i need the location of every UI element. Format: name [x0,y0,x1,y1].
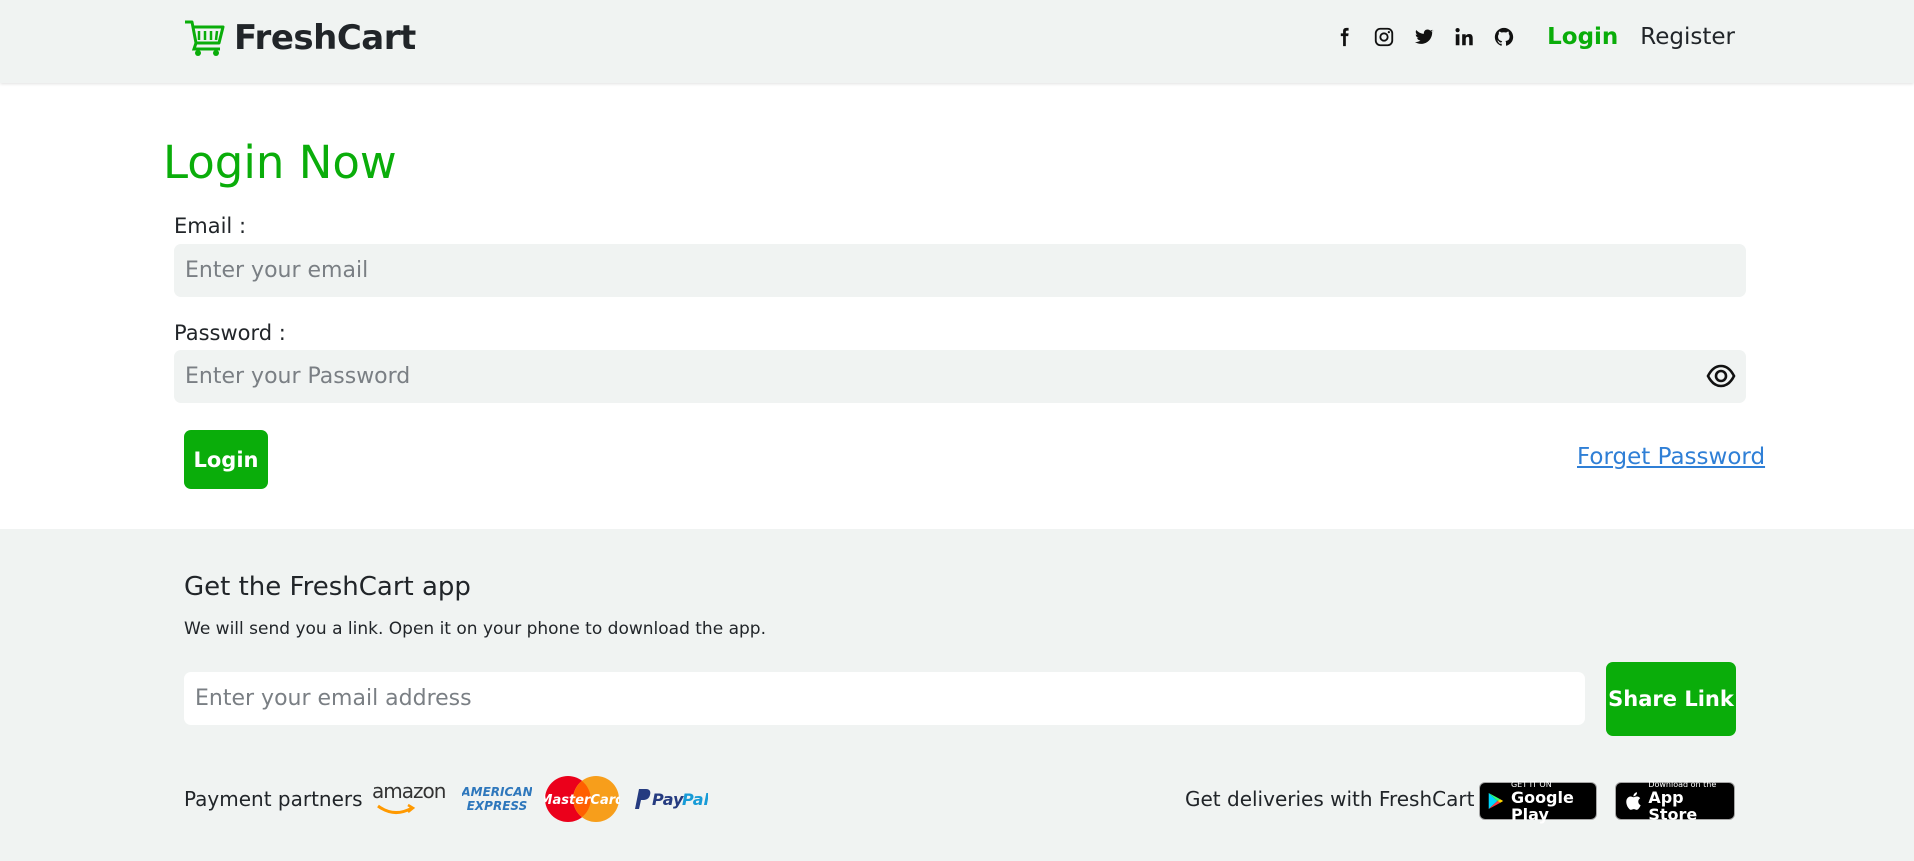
share-email-input[interactable] [184,672,1585,725]
nav-login-link[interactable]: Login [1547,24,1618,50]
linkedin-icon[interactable] [1453,26,1475,48]
nav-register-link[interactable]: Register [1640,24,1735,50]
facebook-icon[interactable] [1333,26,1355,48]
mastercard-text: MasterCard [544,793,620,808]
mastercard-logo: MasterCard [544,776,620,822]
email-label: Email : [174,214,247,238]
apple-icon [1626,792,1641,810]
email-field[interactable] [174,244,1746,297]
svg-text:Pal: Pal [682,790,708,809]
svg-text:AMERICAN: AMERICAN [462,785,532,799]
amazon-pay-logo: amazon pay [372,779,450,814]
app-store-text: Download on the App Store [1648,780,1726,823]
paypal-logo: Pay Pal [635,789,708,809]
share-link-button[interactable]: Share Link [1606,662,1736,736]
payment-partners-label: Payment partners [184,787,363,811]
brand-logo[interactable]: FreshCart [184,18,416,58]
amazon-pay-text: amazon pay [372,779,450,803]
eye-icon[interactable] [1706,363,1736,389]
nav-right: Login Register [1333,24,1735,50]
app-promo-subtitle: We will send you a link. Open it on your… [184,619,766,639]
instagram-icon[interactable] [1373,26,1395,48]
google-play-badge[interactable]: GET IT ON Google Play [1479,780,1597,823]
deliveries-label: Get deliveries with FreshCart [1185,787,1475,811]
password-label: Password : [174,321,286,345]
github-icon[interactable] [1493,26,1515,48]
payment-logos: amazon pay AMERICAN EXPRESS MasterCard P… [372,774,708,824]
navbar: FreshCart Login Register [0,0,1914,83]
forget-password-link[interactable]: Forget Password [1577,444,1765,470]
brand-name: FreshCart [234,18,416,58]
american-express-logo: AMERICAN EXPRESS [462,785,532,813]
svg-text:Pay: Pay [652,790,684,809]
google-play-big: Google Play [1510,787,1574,824]
password-field[interactable] [174,350,1746,403]
svg-text:EXPRESS: EXPRESS [467,799,528,813]
page-title: Login Now [163,136,397,189]
google-play-text: GET IT ON Google Play [1511,780,1588,823]
app-store-badge[interactable]: Download on the App Store [1615,780,1735,823]
google-play-icon [1488,793,1504,809]
social-links [1333,26,1515,48]
app-store-big: App Store [1648,787,1698,824]
login-button[interactable]: Login [184,430,268,489]
footer: Get the FreshCart app We will send you a… [0,529,1914,861]
twitter-icon[interactable] [1413,26,1435,48]
app-promo-title: Get the FreshCart app [184,572,471,602]
shopping-cart-icon [185,20,225,56]
